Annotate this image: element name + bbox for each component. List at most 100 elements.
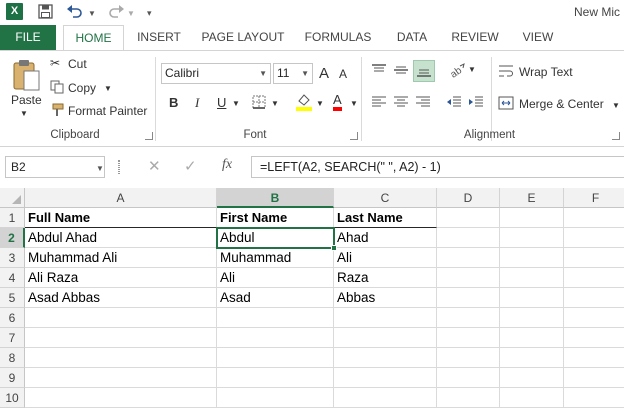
cell-c1[interactable]: Last Name bbox=[334, 208, 437, 228]
tab-insert[interactable]: INSERT bbox=[131, 25, 187, 50]
column-header-c[interactable]: C bbox=[334, 188, 437, 208]
row-header-9[interactable]: 9 bbox=[0, 368, 25, 388]
undo-dropdown-icon[interactable]: ▼ bbox=[88, 6, 96, 22]
cell-d3[interactable] bbox=[437, 248, 500, 268]
column-header-f[interactable]: F bbox=[564, 188, 624, 208]
format-painter-icon[interactable] bbox=[50, 103, 64, 117]
cell-a6[interactable] bbox=[25, 308, 217, 328]
row-header-8[interactable]: 8 bbox=[0, 348, 25, 368]
underline-button[interactable]: U bbox=[217, 95, 226, 110]
font-color-icon[interactable]: A bbox=[333, 93, 342, 111]
redo-icon[interactable] bbox=[107, 4, 125, 20]
cell-a1[interactable]: Full Name bbox=[25, 208, 217, 228]
paste-icon[interactable] bbox=[8, 57, 44, 93]
cell-a9[interactable] bbox=[25, 368, 217, 388]
cell-f6[interactable] bbox=[564, 308, 624, 328]
cell-d5[interactable] bbox=[437, 288, 500, 308]
cell-c5[interactable]: Abbas bbox=[334, 288, 437, 308]
cell-c6[interactable] bbox=[334, 308, 437, 328]
bottom-align-icon[interactable] bbox=[413, 60, 435, 82]
select-all-button[interactable] bbox=[0, 188, 25, 208]
paste-button[interactable]: Paste bbox=[11, 93, 42, 107]
wrap-text-icon[interactable] bbox=[498, 64, 514, 78]
increase-indent-icon[interactable] bbox=[467, 94, 485, 110]
customize-qat-icon[interactable]: ▾ bbox=[147, 5, 152, 21]
bold-button[interactable]: B bbox=[169, 95, 178, 110]
cell-e10[interactable] bbox=[500, 388, 564, 408]
cell-c8[interactable] bbox=[334, 348, 437, 368]
fill-handle[interactable] bbox=[331, 245, 337, 251]
name-box-dropdown-icon[interactable]: ▼ bbox=[96, 164, 104, 173]
cell-e1[interactable] bbox=[500, 208, 564, 228]
cell-f5[interactable] bbox=[564, 288, 624, 308]
align-right-icon[interactable] bbox=[414, 94, 432, 110]
cell-d6[interactable] bbox=[437, 308, 500, 328]
cell-f9[interactable] bbox=[564, 368, 624, 388]
tab-page-layout[interactable]: PAGE LAYOUT bbox=[196, 25, 290, 50]
row-header-6[interactable]: 6 bbox=[0, 308, 25, 328]
tab-view[interactable]: VIEW bbox=[515, 25, 561, 50]
cell-f1[interactable] bbox=[564, 208, 624, 228]
orientation-dropdown-icon[interactable]: ▼ bbox=[468, 65, 476, 74]
cell-c3[interactable]: Ali bbox=[334, 248, 437, 268]
row-header-10[interactable]: 10 bbox=[0, 388, 25, 408]
column-header-b[interactable]: B bbox=[217, 188, 334, 208]
tab-file[interactable]: FILE bbox=[0, 25, 56, 50]
grow-font-icon[interactable]: A bbox=[319, 65, 329, 82]
cell-f8[interactable] bbox=[564, 348, 624, 368]
cell-e9[interactable] bbox=[500, 368, 564, 388]
tab-formulas[interactable]: FORMULAS bbox=[300, 25, 376, 50]
decrease-indent-icon[interactable] bbox=[445, 94, 463, 110]
cell-b10[interactable] bbox=[217, 388, 334, 408]
paste-dropdown-icon[interactable]: ▼ bbox=[20, 109, 28, 118]
cell-a7[interactable] bbox=[25, 328, 217, 348]
cell-d8[interactable] bbox=[437, 348, 500, 368]
cell-f3[interactable] bbox=[564, 248, 624, 268]
alignment-launcher-icon[interactable] bbox=[612, 132, 620, 140]
underline-dropdown-icon[interactable]: ▼ bbox=[232, 99, 240, 108]
cell-e4[interactable] bbox=[500, 268, 564, 288]
cell-e3[interactable] bbox=[500, 248, 564, 268]
borders-dropdown-icon[interactable]: ▼ bbox=[271, 99, 279, 108]
font-launcher-icon[interactable] bbox=[350, 132, 358, 140]
cell-e7[interactable] bbox=[500, 328, 564, 348]
merge-dropdown-icon[interactable]: ▼ bbox=[612, 101, 620, 110]
row-header-7[interactable]: 7 bbox=[0, 328, 25, 348]
formula-input[interactable]: =LEFT(A2, SEARCH(" ", A2) - 1) bbox=[251, 156, 624, 178]
middle-align-icon[interactable] bbox=[392, 61, 410, 79]
font-size-select[interactable]: 11 ▼ bbox=[273, 63, 313, 84]
cell-e5[interactable] bbox=[500, 288, 564, 308]
cell-b6[interactable] bbox=[217, 308, 334, 328]
cell-b5[interactable]: Asad bbox=[217, 288, 334, 308]
tab-review[interactable]: REVIEW bbox=[447, 25, 503, 50]
cell-a2[interactable]: Abdul Ahad bbox=[25, 228, 217, 248]
cell-e2[interactable] bbox=[500, 228, 564, 248]
row-header-4[interactable]: 4 bbox=[0, 268, 25, 288]
column-header-d[interactable]: D bbox=[437, 188, 500, 208]
copy-icon[interactable] bbox=[50, 80, 64, 94]
format-painter-button[interactable]: Format Painter bbox=[68, 104, 147, 118]
cancel-icon[interactable]: ✕ bbox=[148, 157, 161, 175]
undo-icon[interactable] bbox=[66, 4, 84, 20]
cell-a10[interactable] bbox=[25, 388, 217, 408]
cell-d10[interactable] bbox=[437, 388, 500, 408]
cell-d9[interactable] bbox=[437, 368, 500, 388]
row-header-3[interactable]: 3 bbox=[0, 248, 25, 268]
name-box[interactable]: B2 bbox=[5, 156, 105, 178]
cell-a4[interactable]: Ali Raza bbox=[25, 268, 217, 288]
align-center-icon[interactable] bbox=[392, 94, 410, 110]
shrink-font-icon[interactable]: A bbox=[339, 67, 347, 81]
fill-color-icon[interactable] bbox=[296, 93, 312, 111]
top-align-icon[interactable] bbox=[370, 61, 388, 79]
cell-b4[interactable]: Ali bbox=[217, 268, 334, 288]
enter-icon[interactable]: ✓ bbox=[184, 157, 197, 175]
cell-d4[interactable] bbox=[437, 268, 500, 288]
tab-data[interactable]: DATA bbox=[389, 25, 435, 50]
cell-a5[interactable]: Asad Abbas bbox=[25, 288, 217, 308]
cell-b3[interactable]: Muhammad bbox=[217, 248, 334, 268]
row-header-1[interactable]: 1 bbox=[0, 208, 25, 228]
fill-color-dropdown-icon[interactable]: ▼ bbox=[316, 99, 324, 108]
cell-f4[interactable] bbox=[564, 268, 624, 288]
cell-a8[interactable] bbox=[25, 348, 217, 368]
splitter-handle[interactable] bbox=[118, 160, 120, 174]
